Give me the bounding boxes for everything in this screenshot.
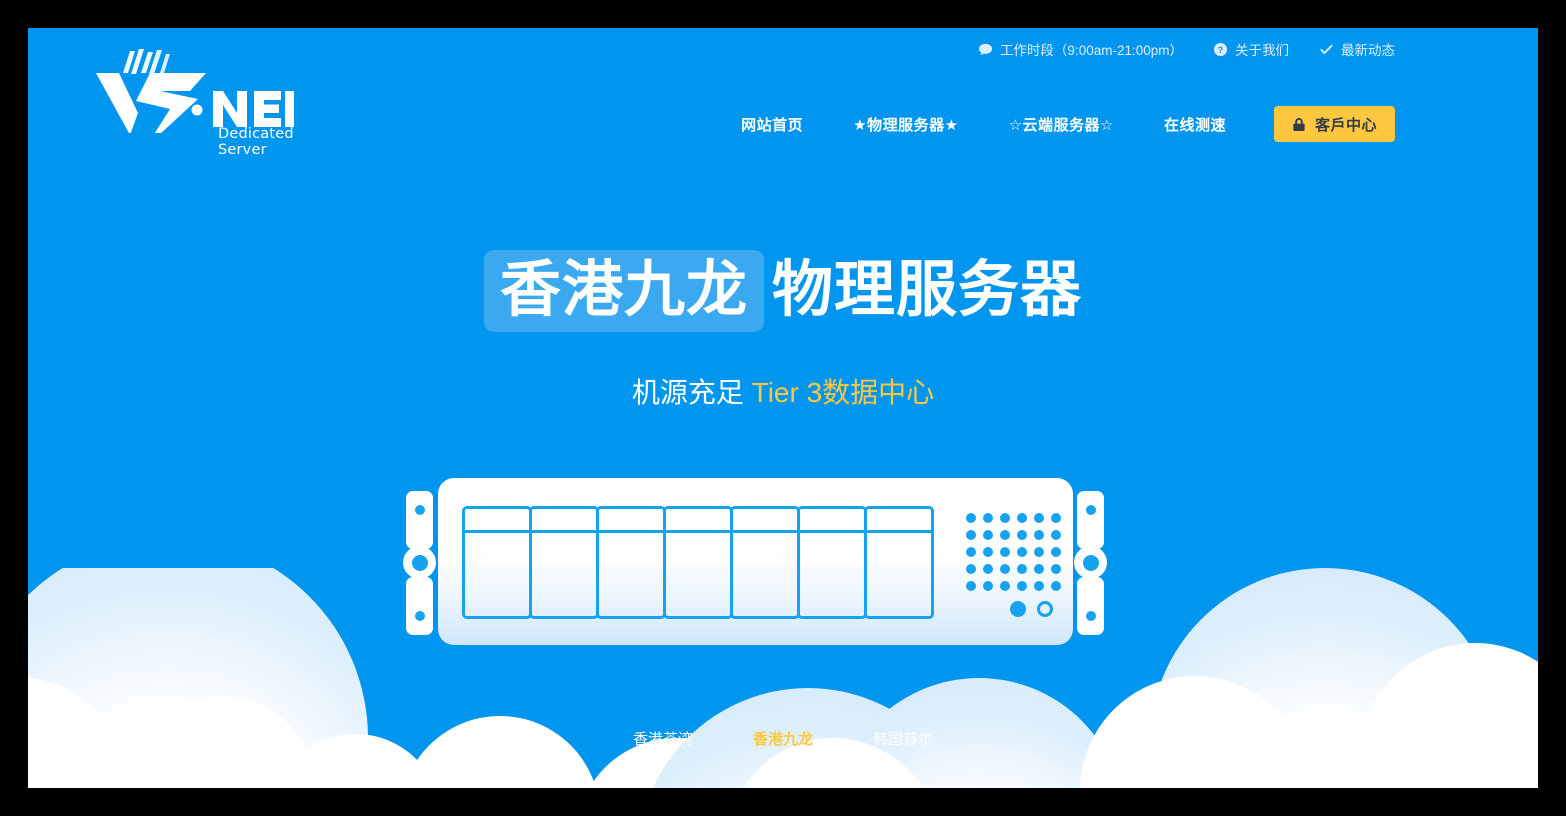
drive-bay (529, 506, 599, 619)
rack-rail (351, 491, 384, 635)
drive-bay (1255, 508, 1325, 621)
status-leds (1010, 601, 1053, 617)
ghost-right-bays (1188, 508, 1392, 621)
rack-rail (1127, 491, 1160, 635)
drive-bay (663, 506, 733, 619)
vent-grid (966, 513, 1068, 598)
location-tab-tsuen-wan[interactable]: 香港荃湾 (633, 728, 693, 749)
drive-bay (730, 506, 800, 619)
hero-title-highlight: 香港九龙 (483, 250, 764, 332)
hero-title-rest: 物理服务器 (772, 255, 1083, 323)
hero-subtitle-amber: Tier 3数据中心 (751, 377, 935, 408)
ghost-left-leds (263, 598, 306, 614)
led-on-indicator (1010, 601, 1026, 617)
ghost-left-bays (106, 508, 192, 623)
hero-section: 香港九龙 物理服务器 机源充足 Tier 3数据中心 (28, 28, 1538, 411)
drive-bay (106, 508, 192, 623)
rack-server-illustration (28, 453, 1538, 673)
drive-bay (596, 506, 666, 619)
drive-bay (462, 506, 532, 619)
location-tabs: 香港荃湾 香港九龙 韩国首尔 (28, 728, 1538, 749)
drive-bay-group (462, 506, 934, 619)
location-tab-kowloon[interactable]: 香港九龙 (753, 728, 813, 749)
led-off-indicator (1037, 601, 1053, 617)
location-tab-seoul[interactable]: 韩国首尔 (873, 728, 933, 749)
drive-bay (864, 506, 934, 619)
drive-bay (1322, 508, 1392, 621)
page-root: 工作时段（9:00am-21:00pm） ? 关于我们 最新动态 Dedicat… (28, 28, 1538, 788)
rack-rail-right (1074, 491, 1107, 635)
ghost-left-vent-grid (220, 513, 334, 608)
drive-bay (1188, 508, 1258, 621)
hero-subtitle-white: 机源充足 (631, 377, 744, 408)
rack-rail-left (403, 491, 436, 635)
drive-bay (797, 506, 867, 619)
hero-subtitle: 机源充足 Tier 3数据中心 (28, 371, 1538, 411)
page-title: 香港九龙 物理服务器 (28, 250, 1538, 332)
